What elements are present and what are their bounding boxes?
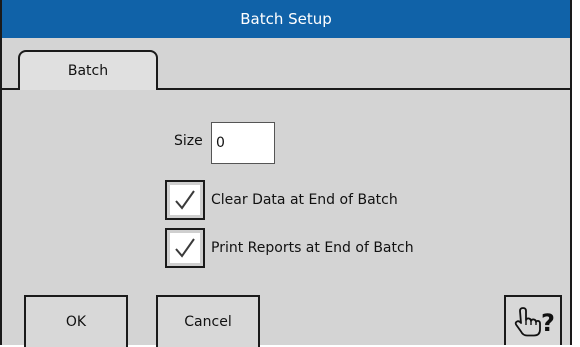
print-reports-label: Print Reports at End of Batch [211,240,414,256]
clear-data-checkbox[interactable] [165,180,205,220]
print-reports-checkbox[interactable] [165,228,205,268]
hand-pointer-question-icon: ? [514,307,555,337]
svg-text:?: ? [541,309,555,337]
batch-setup-dialog: Batch Setup Batch Size Clear Data at End… [0,0,572,347]
tab-label: Batch [67,63,109,79]
size-label: Size [174,133,203,149]
title-bar: Batch Setup [2,0,570,38]
checkmark-icon [175,238,195,258]
help-button[interactable]: ? [504,295,562,345]
checkmark-icon [175,190,195,210]
tab-batch[interactable]: Batch [18,50,158,90]
size-input[interactable] [211,122,275,164]
cancel-button[interactable]: Cancel [156,295,260,347]
clear-data-label: Clear Data at End of Batch [211,192,398,208]
tab-divider [156,88,570,90]
window-title: Batch Setup [240,10,332,28]
tab-divider [2,88,18,90]
ok-button[interactable]: OK [24,295,128,347]
